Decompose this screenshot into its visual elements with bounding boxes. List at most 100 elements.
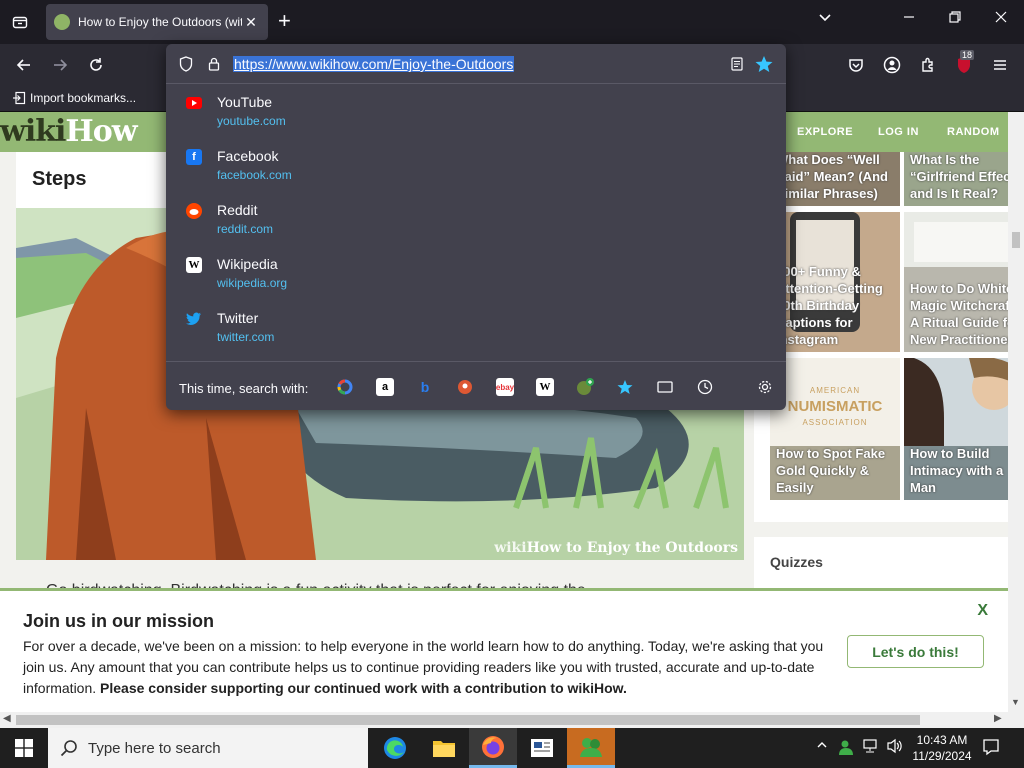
close-window-button[interactable] [994,10,1008,27]
wikipedia-icon: W [186,257,202,273]
suggestion-url: facebook.com [217,168,292,182]
green-app-icon[interactable] [567,728,615,768]
import-bookmarks-label: Import bookmarks... [30,91,137,105]
suggestion-twitter[interactable]: Twitter twitter.com [166,301,786,355]
bing-icon[interactable]: b [416,378,434,396]
wikihow-favicon-icon [54,14,70,30]
browser-tab[interactable]: How to Enjoy the Outdoors (wit ✕ [46,4,268,40]
banner-close-button[interactable]: X [977,602,988,620]
related-sidebar: What Does “Well Said” Mean? (And Similar… [754,152,1008,522]
related-card[interactable]: What Does “Well Said” Mean? (And Similar… [770,152,900,206]
reddit-icon [186,203,202,219]
scroll-left-icon: ◀ [3,713,11,724]
amazon-icon[interactable]: a [376,378,394,396]
network-icon[interactable] [862,738,880,757]
google-icon[interactable] [336,378,354,396]
suggestion-facebook[interactable]: f Facebook facebook.com [166,139,786,193]
windows-taskbar: Type here to search 10:43 AM 11/29/2024 [0,728,1024,768]
wikihow-logo[interactable]: wikiHow [0,114,138,149]
taskbar-search-placeholder: Type here to search [88,739,221,757]
news-app-icon[interactable] [518,728,566,768]
quizzes-heading: Quizzes [770,554,823,570]
back-icon[interactable] [12,53,36,77]
taskbar-search-box[interactable]: Type here to search [48,728,368,768]
search-with-label: This time, search with: [179,381,309,396]
suggestion-url: youtube.com [217,114,286,128]
new-tab-button[interactable]: + [278,10,291,32]
banner-body-bold: Please consider supporting our continued… [100,680,627,696]
reader-view-icon[interactable] [728,55,746,73]
tab-title: How to Enjoy the Outdoors (wit [78,15,242,29]
tab-list-icon[interactable] [8,10,32,34]
steps-heading: Steps [32,168,87,190]
suggestion-youtube[interactable]: YouTube youtube.com [166,85,786,139]
related-card[interactable]: 100+ Funny & Attention-Getting 30th Birt… [770,212,900,352]
nav-login[interactable]: LOG IN [878,126,919,138]
firefox-icon[interactable] [469,728,517,768]
related-card-title: How to Spot Fake Gold Quickly & Easily [776,446,886,495]
lock-icon[interactable] [205,55,223,73]
address-bar[interactable]: https://www.wikihow.com/Enjoy-the-Outdoo… [166,44,786,84]
vertical-scrollbar[interactable]: ▼ [1008,112,1024,712]
tray-overflow-icon[interactable] [816,738,828,754]
twitter-icon [186,311,202,327]
related-card[interactable]: How to Build Intimacy with a Man [904,358,1008,500]
menu-icon[interactable] [988,53,1012,77]
nav-explore[interactable]: EXPLORE [797,126,853,138]
duckduckgo-icon[interactable] [456,378,474,396]
bookmark-star-icon[interactable] [755,55,773,73]
search-icon [60,740,77,757]
notifications-icon[interactable] [982,738,1000,759]
extension-badge: 18 [960,50,975,60]
banner-body: For over a decade, we've been on a missi… [23,638,824,696]
suggestion-title: Twitter [217,310,259,326]
search-settings-icon[interactable] [756,378,774,396]
extensions-icon[interactable] [916,53,940,77]
import-bookmarks-button[interactable]: Import bookmarks... [12,91,136,105]
forward-icon[interactable] [48,53,72,77]
steps-card: Steps [16,152,168,208]
suggestion-title: YouTube [217,94,273,110]
ebay-icon[interactable]: ebay [496,378,514,396]
suggestion-url: wikipedia.org [217,276,288,290]
suggestion-reddit[interactable]: Reddit reddit.com [166,193,786,247]
banner-title: Join us in our mission [23,611,215,631]
maximize-button[interactable] [948,10,962,27]
minimize-button[interactable] [902,10,916,27]
history-icon[interactable] [696,378,714,396]
edge-icon[interactable] [371,728,419,768]
related-card[interactable]: What Is the “Girlfriend Effect” and Is I… [904,152,1008,206]
tracking-protection-icon[interactable] [177,55,195,73]
scrollbar-thumb[interactable] [16,715,920,725]
tab-close-icon[interactable]: ✕ [242,14,260,31]
scroll-right-icon: ▶ [994,713,1002,724]
image-caption: wikiHow to Enjoy the Outdoors [494,540,738,556]
wikipedia-engine-icon[interactable]: W [536,378,554,396]
clock-time: 10:43 AM [916,733,968,747]
file-explorer-icon[interactable] [420,728,468,768]
horizontal-scrollbar[interactable]: ◀ ▶ [0,712,1024,728]
windows-start-icon[interactable] [0,728,48,768]
donate-button[interactable]: Let's do this! [847,635,984,668]
related-card-title: How to Build Intimacy with a Man [910,446,1004,495]
url-input[interactable]: https://www.wikihow.com/Enjoy-the-Outdoo… [233,56,515,72]
reload-icon[interactable] [84,53,108,77]
tray-app-icon[interactable] [838,738,856,759]
tab-overflow-icon[interactable] [818,10,832,27]
nav-random[interactable]: RANDOM [947,126,1000,138]
suggestion-wikipedia[interactable]: W Wikipedia wikipedia.org [166,247,786,301]
volume-icon[interactable] [886,738,904,757]
facebook-icon: f [186,149,202,165]
related-card[interactable]: How to Do White Magic Witchcraft: A Ritu… [904,212,1008,352]
account-icon[interactable] [880,53,904,77]
suggestion-title: Wikipedia [217,256,278,272]
suggestion-url: twitter.com [217,330,275,344]
extension-engine-icon[interactable] [576,378,594,396]
bookmarks-icon[interactable] [616,378,634,396]
related-card-title: 100+ Funny & Attention-Getting 30th Birt… [776,264,883,347]
taskbar-clock[interactable]: 10:43 AM 11/29/2024 [910,732,974,764]
ublock-icon[interactable]: 18 [952,50,976,77]
pocket-icon[interactable] [844,53,868,77]
tabs-icon[interactable] [656,378,674,396]
related-card[interactable]: AMERICAN NUMISMATIC ASSOCIATION How to S… [770,358,900,500]
